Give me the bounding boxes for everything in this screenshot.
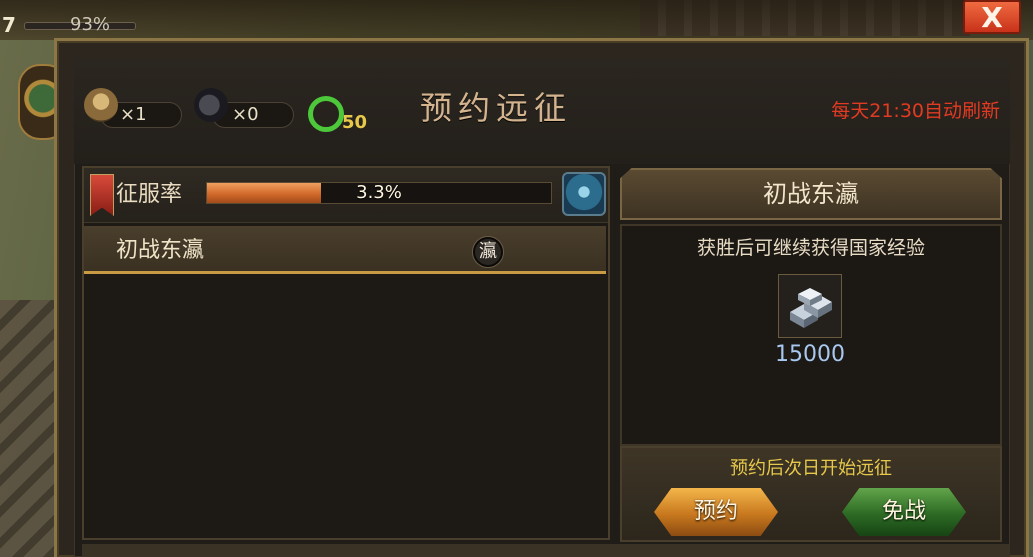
exp-percent: 93% [70,14,111,35]
player-level: 7 [2,13,16,37]
conquest-label: 征服率 [116,182,183,207]
top-hud-strip [0,0,1033,40]
bomb-count: ×0 [232,104,259,125]
start-note: 预约后次日开始远征 [730,458,892,479]
dialog-bottom-edge [82,544,1010,557]
list-item-label[interactable]: 初战东瀛 [116,236,204,266]
conquest-percent: 3.3% [356,182,402,203]
close-button[interactable]: X [963,0,1021,34]
avoid-war-button[interactable]: 免战 [842,488,966,536]
refresh-note: 每天21:30自动刷新 [831,100,1000,122]
silver-ingot-icon [790,288,832,328]
q-medal-icon [308,96,344,132]
reward-amount: 15000 [775,342,845,367]
crest-icon[interactable] [562,172,606,216]
reserve-button[interactable]: 预约 [654,488,778,536]
gold-bag-count: ×1 [120,104,147,125]
bomb-icon [194,88,228,122]
q-medal-value: 50 [342,112,368,133]
list-item-badge: 瀛 [472,236,504,268]
money-bag-icon [84,88,118,122]
victory-reward-text: 获胜后可继续获得国家经验 [696,237,925,259]
detail-title: 初战东瀛 [763,180,859,208]
game-scene: 7 93% X ×1 ×0 50 预约远征 每天21:30自动刷新 征服率 3.… [0,0,1033,557]
dialog-title: 预约远征 [420,89,573,127]
